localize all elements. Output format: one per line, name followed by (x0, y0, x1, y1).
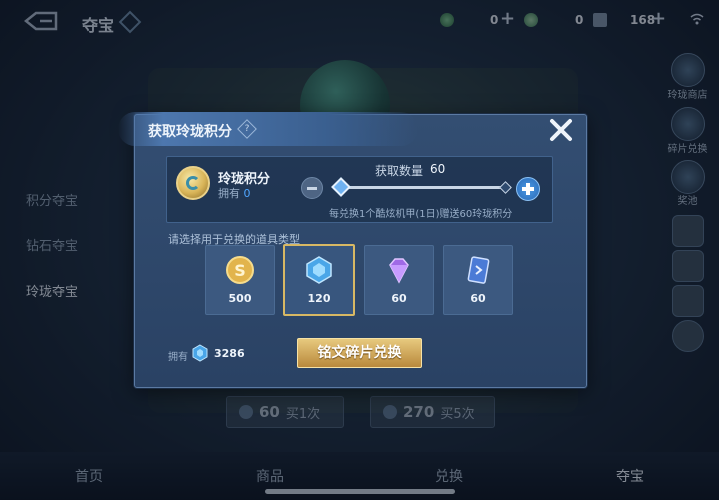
dialog-title: 获取玲珑积分 (148, 124, 232, 140)
owned-label: 拥有 (168, 352, 188, 363)
blue-crystal-icon (306, 256, 332, 284)
quantity-slider-track[interactable] (339, 186, 505, 189)
svg-text:S: S (234, 261, 246, 280)
item-value: 500 (228, 292, 252, 305)
gold-coin-icon: S (226, 256, 254, 284)
increase-button[interactable] (516, 177, 540, 201)
item-option-crystal[interactable]: 120 (283, 244, 355, 316)
item-option-card[interactable]: 60 (443, 245, 513, 315)
close-icon[interactable] (548, 117, 574, 143)
item-value: 60 (470, 292, 486, 305)
blue-crystal-icon (192, 344, 208, 362)
quantity-label: 获取数量 (375, 164, 424, 178)
rate-note: 每兑换1个酷炫机甲(1日)赠送60玲珑积分 (329, 209, 513, 220)
points-own-value: 0 (243, 187, 251, 200)
item-value: 120 (307, 292, 331, 305)
card-icon (467, 256, 490, 284)
quantity-value: 60 (430, 162, 446, 176)
exchange-button[interactable]: 铭文碎片兑换 (297, 338, 422, 368)
linglong-points-icon (176, 166, 210, 200)
item-value: 60 (391, 292, 407, 305)
owned-value: 3286 (214, 347, 245, 360)
points-own-label: 拥有 (218, 187, 240, 200)
item-option-diamond[interactable]: 60 (364, 245, 434, 315)
decrease-button[interactable] (301, 177, 323, 199)
purple-diamond-icon (389, 258, 409, 284)
points-owned: 拥有 0 (218, 185, 251, 201)
item-option-gold[interactable]: S 500 (205, 245, 275, 315)
help-glyph: ? (244, 124, 250, 134)
